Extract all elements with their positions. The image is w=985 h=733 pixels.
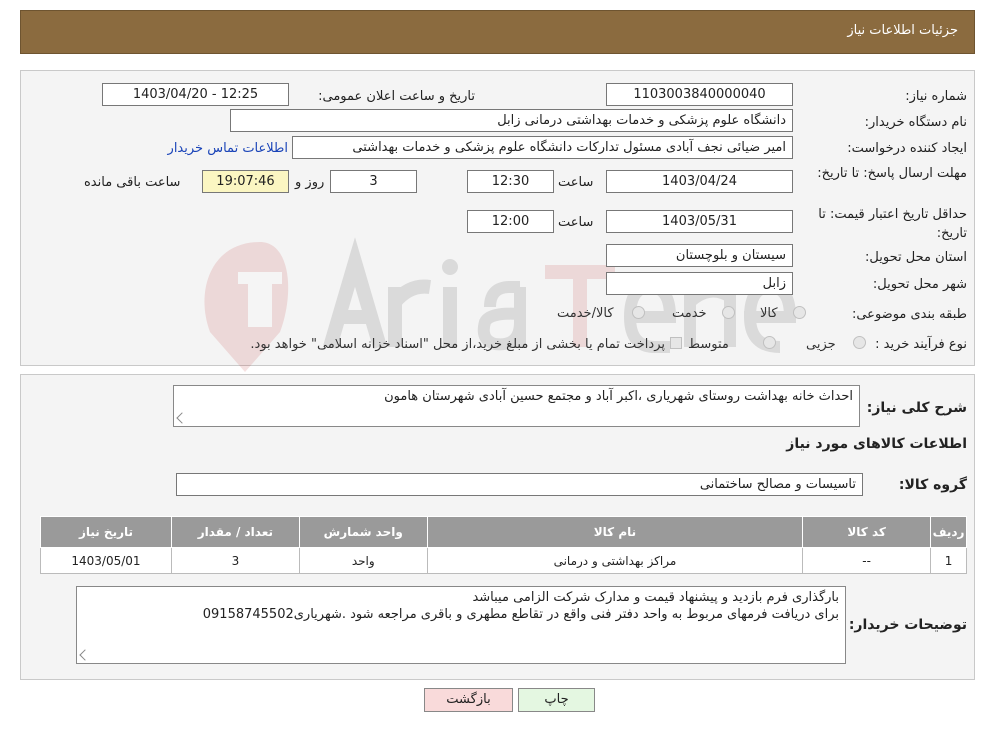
reply-time-field: 12:30 [467, 170, 554, 193]
cell-name: مراکز بهداشتی و درمانی [426, 547, 804, 574]
reply-deadline-label: مهلت ارسال پاسخ: تا تاریخ: [817, 166, 967, 181]
goods-group-label: گروه کالا: [898, 477, 967, 493]
buyer-notes-label: توضیحات خریدار: [848, 617, 967, 633]
category-radio-service[interactable] [722, 306, 735, 319]
days-field: 3 [330, 170, 417, 193]
table-header-row: ردیف کد کالا نام کالا واحد شمارش تعداد /… [40, 516, 967, 548]
days-label: روز و [295, 175, 325, 190]
payment-note: پرداخت تمام یا بخشی از مبلغ خرید،از محل … [250, 337, 665, 352]
remaining-time-field: 19:07:46 [202, 170, 289, 193]
province-label: استان محل تحویل: [865, 250, 967, 265]
goods-group-field: تاسیسات و مصالح ساختمانی [176, 473, 863, 496]
col-quantity: تعداد / مقدار [170, 516, 300, 548]
back-button[interactable]: بازگشت [424, 688, 513, 712]
creator-label: ایجاد کننده درخواست: [847, 141, 967, 156]
goods-info-title: اطلاعات کالاهای مورد نیاز [786, 436, 967, 452]
announce-field: 1403/04/20 - 12:25 [102, 83, 289, 106]
cell-need-date: 1403/05/01 [40, 547, 172, 574]
cell-unit: واحد [298, 547, 428, 574]
buyer-notes-field: بارگذاری فرم بازدید و پیشنهاد قیمت و مدا… [76, 586, 846, 664]
buyer-org-label: نام دستگاه خریدار: [864, 115, 967, 130]
reply-date-field: 1403/04/24 [606, 170, 793, 193]
buyer-notes-line-1: بارگذاری فرم بازدید و پیشنهاد قیمت و مدا… [472, 590, 839, 605]
announce-label: تاریخ و ساعت اعلان عمومی: [318, 89, 475, 104]
col-name: نام کالا [426, 516, 804, 548]
col-need-date: تاریخ نیاز [40, 516, 172, 548]
cell-code: -- [802, 547, 932, 574]
page-header: جزئیات اطلاعات نیاز [20, 10, 975, 54]
print-button[interactable]: چاپ [518, 688, 595, 712]
category-radio-goods-service[interactable] [632, 306, 645, 319]
buyer-notes-line-2: برای دریافت فرمهای مربوط به واحد دفتر فن… [202, 607, 839, 622]
category-radio-goods[interactable] [793, 306, 806, 319]
process-label: نوع فرآیند خرید : [875, 337, 967, 352]
process-radio-minor[interactable] [853, 336, 866, 349]
city-field: زابل [606, 272, 793, 295]
reply-time-label: ساعت [558, 175, 594, 190]
need-description-field: احداث خانه بهداشت روستای شهریاری ،اکبر آ… [173, 385, 860, 427]
resize-handle-icon[interactable] [176, 412, 188, 424]
cell-quantity: 3 [170, 547, 300, 574]
page-title: جزئیات اطلاعات نیاز [847, 23, 958, 38]
validity-time-label: ساعت [558, 215, 594, 230]
need-number-label: شماره نیاز: [905, 89, 967, 104]
category-option-goods-service: کالا/خدمت [557, 306, 614, 321]
creator-field: امیر ضیائی نجف آبادی مسئول تداركات دانشگ… [292, 136, 793, 159]
validity-time-field: 12:00 [467, 210, 554, 233]
resize-handle-icon[interactable] [79, 649, 91, 661]
need-number-field: 1103003840000040 [606, 83, 793, 106]
need-description-text: احداث خانه بهداشت روستای شهریاری ،اکبر آ… [384, 389, 853, 404]
validity-date-field: 1403/05/31 [606, 210, 793, 233]
treasury-checkbox[interactable] [670, 337, 682, 349]
category-option-service: خدمت [672, 306, 707, 321]
buyer-contact-link[interactable]: اطلاعات تماس خریدار [156, 141, 288, 156]
process-option-minor: جزیی [806, 337, 836, 352]
province-field: سیستان و بلوچستان [606, 244, 793, 267]
goods-table: ردیف کد کالا نام کالا واحد شمارش تعداد /… [40, 516, 967, 574]
city-label: شهر محل تحویل: [872, 277, 967, 292]
category-label: طبقه بندی موضوعی: [851, 307, 967, 322]
col-row: ردیف [930, 516, 967, 548]
remaining-label: ساعت باقی مانده [84, 175, 181, 190]
col-code: کد کالا [802, 516, 932, 548]
cell-row: 1 [930, 547, 967, 574]
col-unit: واحد شمارش [298, 516, 428, 548]
buyer-org-field: دانشگاه علوم پزشکی و خدمات بهداشتی درمان… [230, 109, 793, 132]
process-option-medium: متوسط [688, 337, 729, 352]
category-option-goods: کالا [760, 306, 778, 321]
process-radio-medium[interactable] [763, 336, 776, 349]
need-description-label: شرح کلی نیاز: [866, 400, 967, 416]
validity-label: حداقل تاریخ اعتبار قیمت: تا تاریخ: [818, 207, 967, 241]
table-row: 1 -- مراکز بهداشتی و درمانی واحد 3 1403/… [40, 547, 967, 574]
